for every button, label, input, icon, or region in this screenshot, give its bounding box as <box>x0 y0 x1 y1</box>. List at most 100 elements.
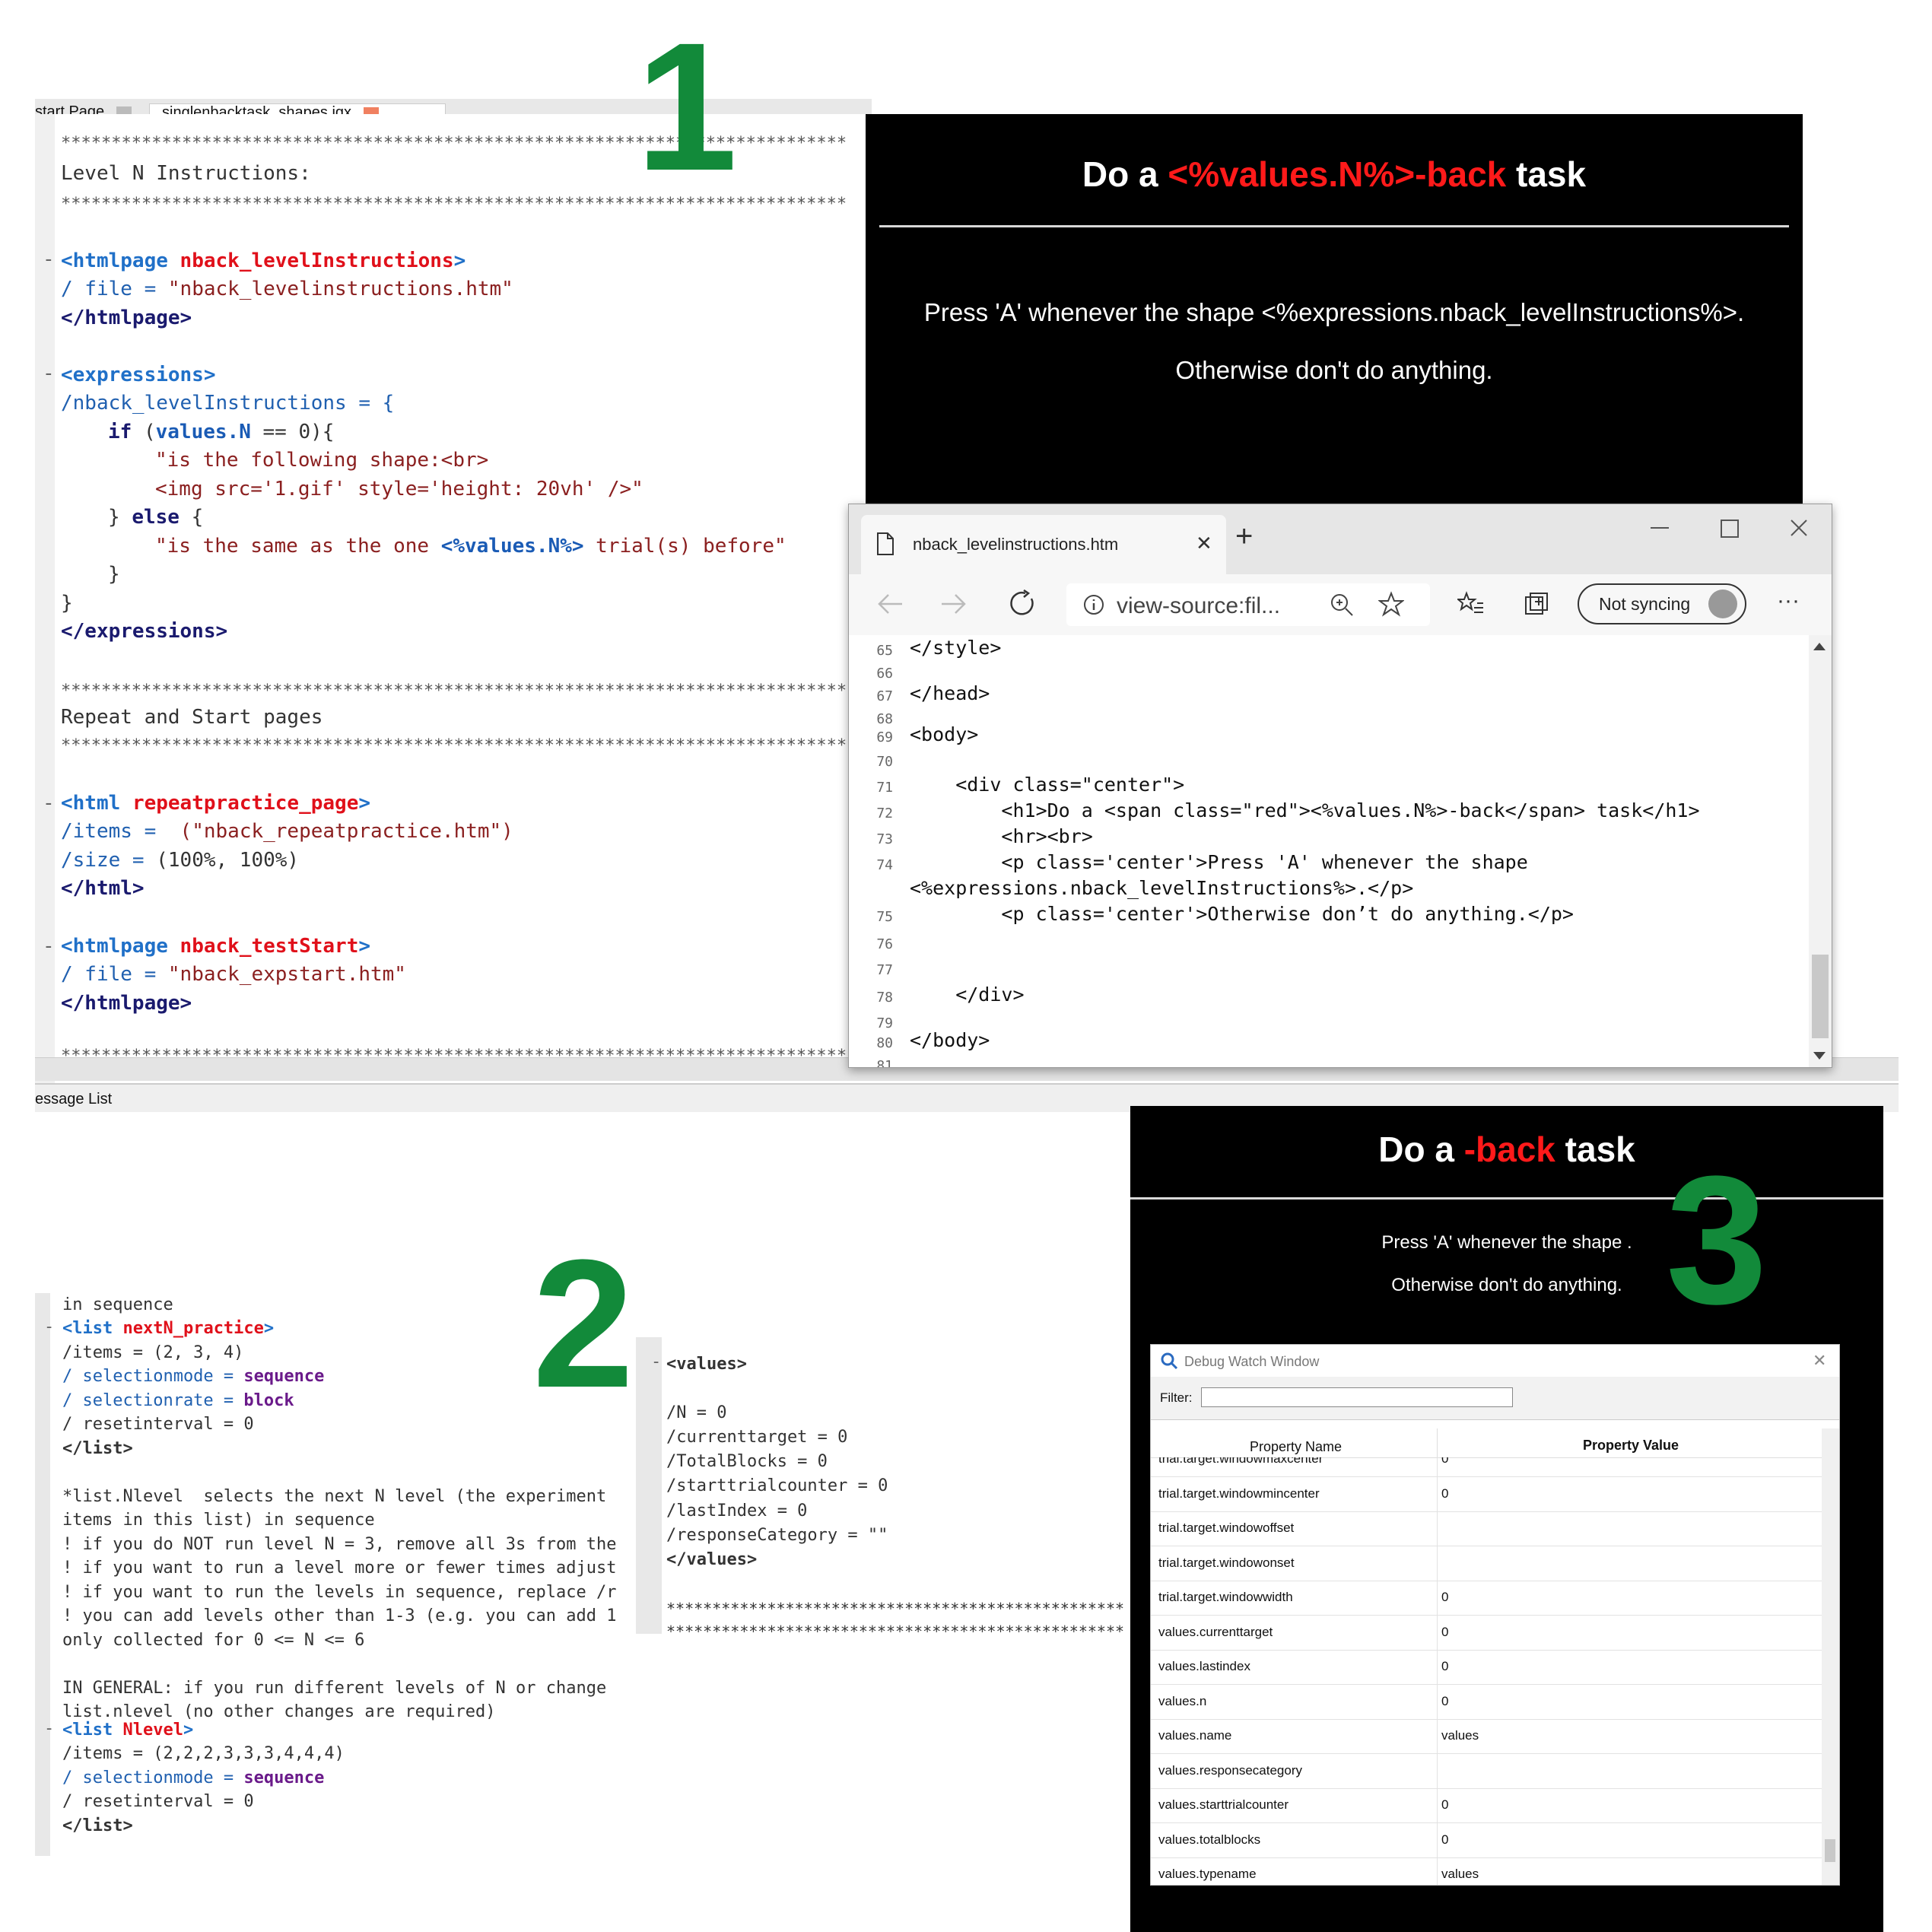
table-row[interactable]: values.typename values <box>1151 1857 1822 1885</box>
html-size: /size = (100%, 100%) <box>61 849 300 872</box>
filter-input[interactable] <box>1201 1387 1513 1407</box>
column-divider <box>1437 1719 1438 1753</box>
table-row[interactable]: values.n 0 <box>1151 1684 1822 1720</box>
table-row[interactable]: values.lastindex 0 <box>1151 1650 1822 1685</box>
magnifier-icon <box>1161 1352 1178 1370</box>
scroll-thumb[interactable] <box>1825 1839 1835 1862</box>
source-line: </style> <box>910 637 1002 659</box>
table-row[interactable]: values.name values <box>1151 1719 1822 1754</box>
fold-marker[interactable]: - <box>43 248 55 271</box>
property-value: 0 <box>1441 1659 1449 1673</box>
collections-icon[interactable] <box>1523 591 1550 618</box>
html-close: </html> <box>61 877 145 900</box>
browser-tab-title: nback_levelinstructions.htm <box>913 535 1119 554</box>
code-line: / resetinterval = 0 <box>62 1792 254 1811</box>
info-icon[interactable] <box>1083 594 1104 615</box>
values-close: </values> <box>666 1550 758 1569</box>
code-line: in sequence <box>62 1295 173 1314</box>
zoom-icon[interactable] <box>1330 593 1354 617</box>
vertical-scrollbar[interactable] <box>1809 635 1832 1067</box>
close-icon[interactable]: ✕ <box>1196 532 1212 555</box>
table-row[interactable]: values.currenttarget 0 <box>1151 1615 1822 1651</box>
values-line: /TotalBlocks = 0 <box>666 1452 828 1471</box>
column-header-value[interactable]: Property Value <box>1583 1438 1679 1454</box>
table-row[interactable]: values.responsecategory <box>1151 1753 1822 1789</box>
column-divider <box>1437 1581 1438 1615</box>
column-divider <box>1437 1457 1438 1476</box>
fold-marker[interactable]: - <box>44 1317 54 1336</box>
expression-line: "is the same as the one <%values.N%> tri… <box>155 535 786 558</box>
expression-line: if (values.N == 0){ <box>108 421 335 443</box>
property-name: values.totalblocks <box>1158 1832 1261 1847</box>
table-row[interactable]: trial.target.windowoffset <box>1151 1511 1822 1546</box>
address-bar[interactable]: view-source:fil... <box>1066 583 1430 626</box>
scroll-down-icon[interactable] <box>1813 1052 1826 1060</box>
values-line: /currenttarget = 0 <box>666 1428 848 1447</box>
stars-line: ****************************************… <box>61 1047 847 1057</box>
line-number: 78 <box>876 990 893 1006</box>
scroll-up-icon[interactable] <box>1813 643 1826 650</box>
fold-marker[interactable]: - <box>43 362 55 385</box>
source-line: </head> <box>910 682 990 704</box>
column-header-name[interactable]: Property Name <box>1250 1439 1342 1455</box>
sync-button[interactable]: Not syncing <box>1578 583 1746 624</box>
filter-label: Filter: <box>1160 1390 1193 1405</box>
message-list-label: essage List <box>35 1091 113 1107</box>
window-close-icon[interactable] <box>1789 518 1809 538</box>
debug-scrollbar[interactable] <box>1822 1428 1839 1885</box>
browser-tab[interactable]: nback_levelinstructions.htm ✕ <box>861 515 1226 574</box>
table-row[interactable]: values.totalblocks 0 <box>1151 1822 1822 1858</box>
stars-line: ****************************************… <box>61 736 847 755</box>
table-row[interactable]: trial.target.windowonset <box>1151 1546 1822 1581</box>
comment-line: ! if you do NOT run level N = 3, remove … <box>62 1535 617 1554</box>
fold-marker[interactable]: - <box>651 1352 661 1371</box>
table-row[interactable]: trial.target.windowmaxcenter 0 <box>1151 1457 1822 1477</box>
maximize-icon[interactable] <box>1721 520 1739 538</box>
refresh-icon[interactable] <box>1009 589 1037 618</box>
source-line: <p class='center'>Press 'A' whenever the… <box>910 851 1528 873</box>
property-table: trial.target.windowmaxcenter 0 trial.targe… <box>1151 1457 1822 1885</box>
back-arrow-icon[interactable] <box>876 593 904 615</box>
values-line: /N = 0 <box>666 1403 727 1422</box>
instructions-preview: Do a <%values.N%>-back task Press 'A' wh… <box>866 114 1803 510</box>
property-value: 0 <box>1441 1832 1449 1847</box>
preview-instruction-2: Otherwise don't do anything. <box>1175 356 1493 384</box>
list-close: </list> <box>62 1439 133 1458</box>
property-name: values.starttrialcounter <box>1158 1797 1289 1812</box>
fold-marker[interactable]: - <box>43 792 55 815</box>
table-row[interactable]: values.starttrialcounter 0 <box>1151 1788 1822 1823</box>
values-line: /lastIndex = 0 <box>666 1501 808 1520</box>
scroll-thumb[interactable] <box>1812 955 1829 1038</box>
preview-heading: Do a <%values.N%>-back task <box>1082 154 1587 194</box>
line-number: 81 <box>876 1058 893 1067</box>
favorites-list-icon[interactable] <box>1457 591 1485 618</box>
column-divider <box>1437 1476 1438 1511</box>
fold-marker[interactable]: - <box>43 935 55 958</box>
table-row[interactable]: trial.target.windowwidth 0 <box>1151 1581 1822 1616</box>
source-line: <body> <box>910 723 979 745</box>
minimize-icon[interactable] <box>1651 527 1669 529</box>
label-number-2: 2 <box>532 1222 634 1425</box>
filter-bar: Filter: <box>1151 1377 1839 1420</box>
property-name: trial.target.windowwidth <box>1158 1590 1293 1604</box>
more-menu-icon[interactable]: ··· <box>1777 588 1800 614</box>
table-row[interactable]: trial.target.windowmincenter 0 <box>1151 1476 1822 1512</box>
property-value: 0 <box>1441 1457 1449 1466</box>
browser-toolbar: view-source:fil... Not syncing ··· <box>849 574 1832 636</box>
forward-arrow-icon[interactable] <box>940 593 968 615</box>
editor-gutter <box>636 1337 662 1634</box>
htmlpage-close: </htmlpage> <box>61 307 192 329</box>
source-view[interactable]: 65 </style> 66 67 </head> 68 69 <body> 70 71 <div… <box>849 635 1809 1067</box>
values-line: /responseCategory = "" <box>666 1526 888 1545</box>
new-tab-button[interactable]: + <box>1235 521 1253 551</box>
property-value: 0 <box>1441 1624 1449 1639</box>
property-name: trial.target.windowoffset <box>1158 1520 1295 1535</box>
preview-instruction-2: Otherwise don't do anything. <box>1391 1275 1622 1295</box>
htmlpage-open: <htmlpage nback_levelInstructions> <box>61 249 466 272</box>
column-divider <box>1437 1822 1438 1857</box>
source-line: <hr><br> <box>910 825 1093 847</box>
favorite-star-icon[interactable] <box>1378 591 1404 617</box>
close-icon[interactable]: ✕ <box>1813 1351 1826 1371</box>
fold-marker[interactable]: - <box>44 1719 54 1738</box>
stars-line: ****************************************… <box>61 682 847 701</box>
